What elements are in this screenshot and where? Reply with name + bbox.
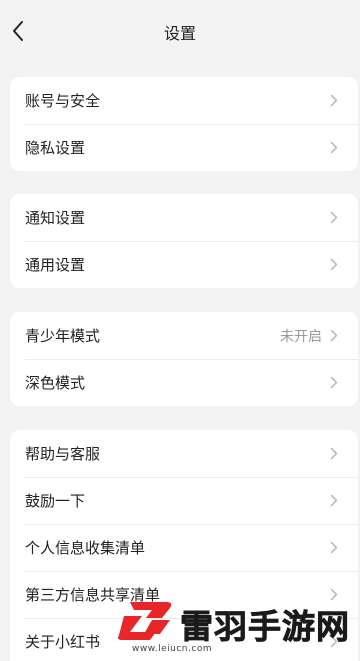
chevron-right-icon	[330, 541, 340, 555]
chevron-right-icon	[330, 141, 340, 155]
settings-item-label: 个人信息收集清单	[25, 539, 146, 557]
chevron-right-icon	[330, 329, 340, 343]
settings-item-label: 通知设置	[25, 209, 86, 227]
settings-group-modes: 青少年模式 未开启 深色模式	[10, 312, 358, 406]
page-title: 设置	[163, 24, 196, 43]
watermark-logo-icon	[118, 602, 172, 640]
settings-item-label: 账号与安全	[25, 92, 101, 110]
watermark: 雷羽手游网 www.leiucn.com	[108, 590, 360, 661]
settings-item-teen-mode[interactable]: 青少年模式 未开启	[10, 312, 358, 359]
watermark-url: www.leiucn.com	[132, 644, 213, 654]
settings-item-account-security[interactable]: 账号与安全	[10, 77, 358, 124]
settings-item-label: 隐私设置	[25, 139, 86, 157]
chevron-right-icon	[330, 447, 340, 461]
settings-item-encourage[interactable]: 鼓励一下	[10, 477, 358, 524]
chevron-right-icon	[330, 376, 340, 390]
chevron-right-icon	[330, 258, 340, 272]
chevron-right-icon	[330, 211, 340, 225]
settings-item-label: 帮助与客服	[25, 445, 101, 463]
settings-item-label: 鼓励一下	[25, 492, 86, 510]
settings-group-account: 账号与安全 隐私设置	[10, 77, 358, 171]
settings-item-help[interactable]: 帮助与客服	[10, 430, 358, 477]
chevron-right-icon	[330, 94, 340, 108]
settings-item-label: 深色模式	[25, 374, 86, 392]
settings-group-general: 通知设置 通用设置	[10, 194, 358, 288]
settings-item-personal-info-list[interactable]: 个人信息收集清单	[10, 524, 358, 571]
watermark-text: 雷羽手游网	[180, 607, 350, 647]
settings-item-general[interactable]: 通用设置	[10, 241, 358, 288]
settings-item-privacy[interactable]: 隐私设置	[10, 124, 358, 171]
settings-item-notifications[interactable]: 通知设置	[10, 194, 358, 241]
settings-item-label: 通用设置	[25, 256, 86, 274]
settings-item-dark-mode[interactable]: 深色模式	[10, 359, 358, 406]
settings-item-label: 青少年模式	[25, 327, 101, 345]
top-bar: 设置	[0, 0, 360, 62]
chevron-right-icon	[330, 494, 340, 508]
teen-mode-status: 未开启	[280, 328, 322, 345]
